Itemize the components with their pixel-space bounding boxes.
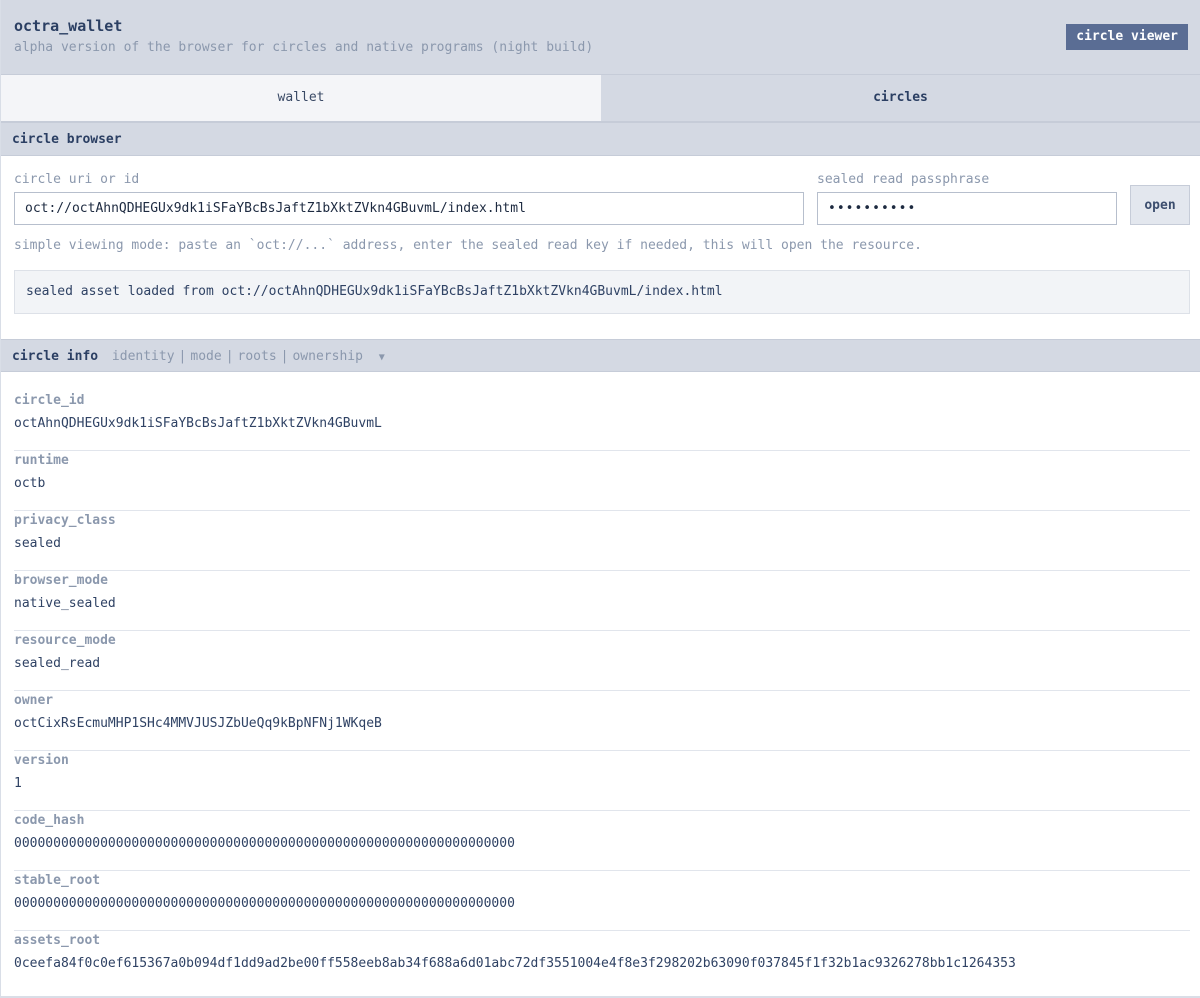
field-value: sealed_read	[14, 656, 101, 671]
app-title: octra_wallet	[14, 17, 123, 35]
passphrase-label: sealed read passphrase	[817, 172, 990, 187]
viewing-mode-hint: simple viewing mode: paste an `oct://...…	[14, 238, 922, 253]
field-value: native_sealed	[14, 596, 116, 611]
separator: |	[225, 349, 234, 364]
field-version: version 1	[14, 751, 1190, 811]
field-value: sealed	[14, 536, 61, 551]
main-tabs: wallet circles	[1, 75, 1200, 123]
field-key: resource_mode	[14, 633, 116, 648]
field-browser-mode: browser_mode native_sealed	[14, 571, 1190, 631]
tab-circles[interactable]: circles	[601, 75, 1200, 121]
info-link-identity[interactable]: identity	[112, 349, 175, 364]
app-window: octra_wallet alpha version of the browse…	[0, 0, 1200, 998]
circle-uri-label: circle uri or id	[14, 172, 140, 187]
info-link-ownership[interactable]: ownership	[292, 349, 362, 364]
field-key: code_hash	[14, 813, 85, 828]
caret-down-icon[interactable]: ▼	[379, 352, 385, 363]
app-header: octra_wallet alpha version of the browse…	[1, 0, 1200, 75]
field-value: octCixRsEcmuMHP1SHc4MMVJUSJZbUeQq9kBpNFN…	[14, 716, 382, 731]
field-value: 1	[14, 776, 22, 791]
field-code-hash: code_hash 000000000000000000000000000000…	[14, 811, 1190, 871]
field-stable-root: stable_root 0000000000000000000000000000…	[14, 871, 1190, 931]
info-link-mode[interactable]: mode	[190, 349, 221, 364]
field-value: 0000000000000000000000000000000000000000…	[14, 896, 515, 911]
field-value: octAhnQDHEGUx9dk1iSFaYBcBsJaftZ1bXktZVkn…	[14, 416, 382, 431]
field-circle-id: circle_id octAhnQDHEGUx9dk1iSFaYBcBsJaft…	[14, 391, 1190, 451]
field-key: privacy_class	[14, 513, 116, 528]
field-owner: owner octCixRsEcmuMHP1SHc4MMVJUSJZbUeQq9…	[14, 691, 1190, 751]
passphrase-input[interactable]	[817, 192, 1117, 225]
field-value: octb	[14, 476, 46, 491]
field-key: stable_root	[14, 873, 101, 888]
field-key: owner	[14, 693, 54, 708]
field-key: runtime	[14, 453, 69, 468]
circle-browser-header: circle browser	[1, 123, 1200, 156]
separator: |	[178, 349, 187, 364]
info-link-roots[interactable]: roots	[238, 349, 277, 364]
load-status-message: sealed asset loaded from oct://octAhnQDH…	[14, 270, 1190, 314]
field-key: browser_mode	[14, 573, 108, 588]
circle-info-title: circle info	[12, 349, 99, 364]
separator: |	[280, 349, 289, 364]
field-resource-mode: resource_mode sealed_read	[14, 631, 1190, 691]
app-subtitle: alpha version of the browser for circles…	[14, 40, 594, 55]
circle-info-header: circle info identity | mode | roots | ownershi…	[1, 339, 1200, 372]
circle-viewer-button[interactable]: circle viewer	[1066, 24, 1188, 50]
field-value: 0000000000000000000000000000000000000000…	[14, 836, 515, 851]
field-key: version	[14, 753, 69, 768]
field-assets-root: assets_root 0ceefa84f0c0ef615367a0b094df…	[14, 931, 1190, 991]
field-key: assets_root	[14, 933, 101, 948]
circle-uri-input[interactable]	[14, 192, 804, 225]
field-key: circle_id	[14, 393, 85, 408]
circle-info-fields: circle_id octAhnQDHEGUx9dk1iSFaYBcBsJaft…	[1, 372, 1200, 991]
field-privacy-class: privacy_class sealed	[14, 511, 1190, 571]
circle-browser-panel: circle uri or id sealed read passphrase …	[1, 156, 1200, 339]
field-runtime: runtime octb	[14, 451, 1190, 511]
open-button[interactable]: open	[1130, 185, 1190, 225]
tab-wallet[interactable]: wallet	[1, 75, 601, 121]
field-value: 0ceefa84f0c0ef615367a0b094df1dd9ad2be00f…	[14, 956, 1016, 971]
